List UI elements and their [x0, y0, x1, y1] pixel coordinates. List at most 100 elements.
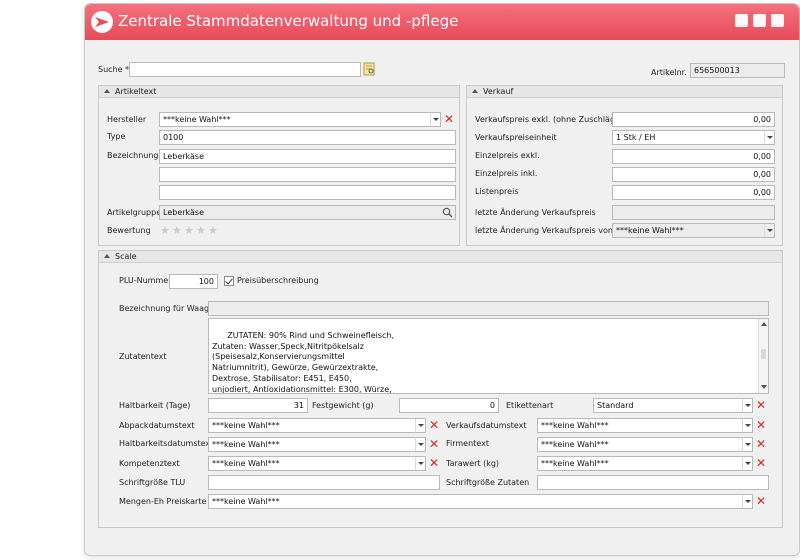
schriftgroesse-tlu-label: Schriftgröße TLU — [119, 478, 186, 487]
zutatentext-label: Zutatentext — [119, 352, 167, 361]
verkauf-group: Verkauf Verkaufspreis exkl. (ohne Zuschl… — [466, 85, 783, 246]
maximize-button[interactable] — [753, 14, 766, 27]
clear-tarawert-icon[interactable]: ✕ — [755, 457, 767, 470]
abpackdatumstext-select[interactable]: ***keine Wahl*** — [208, 418, 426, 433]
letzte-aenderung-von-label: letzte Änderung Verkaufspreis von — [475, 226, 613, 235]
star-icon[interactable]: ★ — [184, 225, 194, 236]
bezeichnung-input-3[interactable] — [159, 185, 456, 200]
scroll-up-icon[interactable] — [761, 322, 767, 326]
bewertung-label: Bewertung — [107, 226, 151, 235]
chevron-down-icon[interactable] — [742, 399, 752, 412]
plu-input[interactable]: 100 — [169, 274, 218, 289]
letzte-aenderung-label: letzte Änderung Verkaufspreis — [475, 208, 596, 217]
vk-exkl-input[interactable]: 0,00 — [612, 112, 775, 127]
artikelgruppe-value: Leberkäse — [163, 208, 205, 217]
scale-header[interactable]: Scale — [99, 251, 782, 263]
rating-stars[interactable]: ★ ★ ★ ★ ★ — [160, 225, 230, 237]
tarawert-value: ***keine Wahl*** — [541, 459, 609, 468]
clear-verkaufsdatumstext-icon[interactable]: ✕ — [755, 419, 767, 432]
scroll-down-icon[interactable] — [761, 385, 767, 389]
listenpreis-input[interactable]: 0,00 — [612, 185, 775, 200]
chevron-down-icon[interactable] — [415, 438, 425, 451]
star-icon[interactable]: ★ — [172, 225, 182, 236]
kompetenztext-value: ***keine Wahl*** — [212, 459, 280, 468]
star-icon[interactable]: ★ — [160, 225, 170, 236]
clear-abpackdatumstext-icon[interactable]: ✕ — [428, 419, 440, 432]
einzelpreis-inkl-input[interactable]: 0,00 — [612, 167, 775, 182]
search-input[interactable] — [129, 62, 361, 77]
haltbarkeit-label: Haltbarkeit (Tage) — [119, 401, 191, 410]
chevron-down-icon[interactable] — [742, 438, 752, 451]
magnifier-icon[interactable] — [442, 207, 453, 218]
abpackdatumstext-label: Abpackdatumstext — [119, 421, 195, 430]
schriftgroesse-tlu-input[interactable] — [208, 475, 440, 490]
type-label: Type — [107, 132, 126, 141]
artikeltext-header[interactable]: Artikeltext — [99, 86, 459, 98]
collapse-chevron-icon — [472, 89, 478, 93]
clear-etikettenart-icon[interactable]: ✕ — [755, 399, 767, 412]
kompetenztext-select[interactable]: ***keine Wahl*** — [208, 456, 426, 471]
chevron-down-icon[interactable] — [430, 113, 440, 126]
clear-hersteller-icon[interactable]: ✕ — [443, 113, 455, 126]
etikettenart-select[interactable]: Standard — [593, 398, 753, 413]
bezeichnung-input-1[interactable]: Leberkäse — [159, 149, 456, 164]
etikettenart-label: Etikettenart — [506, 401, 554, 410]
verkauf-header[interactable]: Verkauf — [467, 86, 782, 98]
app-logo-icon — [91, 11, 113, 33]
close-button[interactable] — [771, 14, 784, 27]
verkaufsdatumstext-select[interactable]: ***keine Wahl*** — [537, 418, 753, 433]
artikelgruppe-field[interactable]: Leberkäse — [159, 205, 456, 220]
search-label: Suche * — [98, 65, 130, 74]
bezeichnung-label: Bezeichnung — [107, 151, 159, 160]
mengen-eh-value: ***keine Wahl*** — [212, 497, 280, 506]
mengen-eh-select[interactable]: ***keine Wahl*** — [208, 494, 753, 509]
notepad-search-icon[interactable] — [363, 62, 376, 76]
haltbarkeitsdatumstext-select[interactable]: ***keine Wahl*** — [208, 437, 426, 452]
chevron-down-icon[interactable] — [742, 419, 752, 432]
tarawert-select[interactable]: ***keine Wahl*** — [537, 456, 753, 471]
vk-einheit-select[interactable]: 1 Stk / EH — [612, 130, 775, 145]
star-icon[interactable]: ★ — [208, 225, 218, 236]
schriftgroesse-zutaten-input[interactable] — [537, 475, 769, 490]
type-input[interactable]: 0100 — [159, 130, 456, 145]
bezeichnung-input-2[interactable] — [159, 167, 456, 182]
clear-kompetenztext-icon[interactable]: ✕ — [428, 457, 440, 470]
chevron-down-icon[interactable] — [742, 495, 752, 508]
chevron-down-icon — [764, 224, 774, 237]
bezeichnung-waage-field[interactable] — [208, 301, 769, 316]
etikettenart-value: Standard — [597, 401, 634, 410]
collapse-chevron-icon — [104, 89, 110, 93]
haltbarkeit-input[interactable]: 31 — [208, 398, 308, 413]
firmentext-select[interactable]: ***keine Wahl*** — [537, 437, 753, 452]
clear-firmentext-icon[interactable]: ✕ — [755, 438, 767, 451]
vk-einheit-value: 1 Stk / EH — [616, 133, 656, 142]
chevron-down-icon[interactable] — [742, 457, 752, 470]
einzelpreis-inkl-label: Einzelpreis inkl. — [475, 169, 538, 178]
chevron-down-icon[interactable] — [764, 131, 774, 144]
clear-haltbarkeitsdatumstext-icon[interactable]: ✕ — [428, 438, 440, 451]
artikelnr-field: 656500013 — [690, 63, 785, 78]
einzelpreis-exkl-input[interactable]: 0,00 — [612, 149, 775, 164]
verkaufsdatumstext-label: Verkaufsdatumstext — [446, 421, 527, 430]
haltbarkeitsdatumstext-value: ***keine Wahl*** — [212, 440, 280, 449]
collapse-chevron-icon — [104, 254, 110, 258]
plu-label: PLU-Nummer — [119, 276, 172, 285]
artikeltext-title: Artikeltext — [115, 87, 157, 96]
scroll-thumb[interactable] — [761, 349, 766, 359]
zutatentext-scrollbar[interactable] — [758, 319, 768, 393]
letzte-aenderung-von-select: ***keine Wahl*** — [612, 223, 775, 238]
mengen-eh-label: Mengen-Eh Preiskarte — [119, 497, 207, 506]
main-window: Zentrale Stammdatenverwaltung und -pfleg… — [84, 3, 800, 556]
festgewicht-label: Festgewicht (g) — [312, 401, 374, 410]
star-icon[interactable]: ★ — [196, 225, 206, 236]
chevron-down-icon[interactable] — [415, 457, 425, 470]
zutatentext-textarea[interactable]: ZUTATEN: 90% Rind und Schweinefleisch, Z… — [208, 318, 769, 394]
hersteller-select[interactable]: ***keine Wahl*** — [159, 112, 441, 127]
chevron-down-icon[interactable] — [415, 419, 425, 432]
minimize-button[interactable] — [735, 14, 748, 27]
clear-mengen-eh-icon[interactable]: ✕ — [755, 495, 767, 508]
preisueberschreibung-checkbox[interactable] — [224, 276, 234, 286]
verkaufsdatumstext-value: ***keine Wahl*** — [541, 421, 609, 430]
festgewicht-input[interactable]: 0 — [399, 398, 499, 413]
firmentext-value: ***keine Wahl*** — [541, 440, 609, 449]
